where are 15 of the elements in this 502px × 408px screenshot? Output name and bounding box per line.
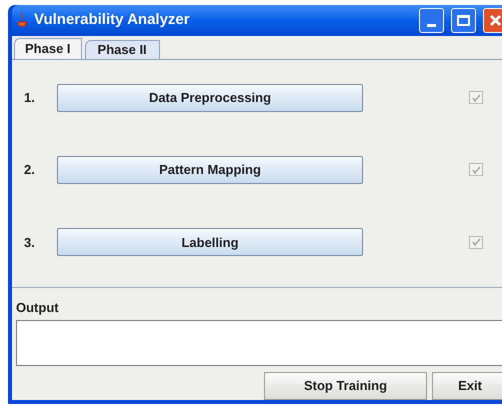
window-title: Vulnerability Analyzer (34, 10, 191, 30)
stop-training-button[interactable]: Stop Training (264, 372, 427, 400)
close-button[interactable] (483, 8, 502, 33)
tab[interactable]: Phase II (84, 40, 160, 58)
maximize-button[interactable] (451, 8, 476, 33)
minimize-button[interactable] (419, 8, 444, 33)
output-label: Output (16, 298, 60, 317)
close-icon (489, 14, 502, 27)
step-number: 3. (23, 234, 36, 252)
step-number: 2. (23, 161, 36, 180)
exit-button[interactable]: Exit (432, 372, 502, 400)
app-icon (15, 12, 29, 28)
tab[interactable]: Phase I (14, 38, 82, 58)
output-area[interactable] (16, 320, 502, 366)
step-number: 1. (23, 88, 36, 107)
